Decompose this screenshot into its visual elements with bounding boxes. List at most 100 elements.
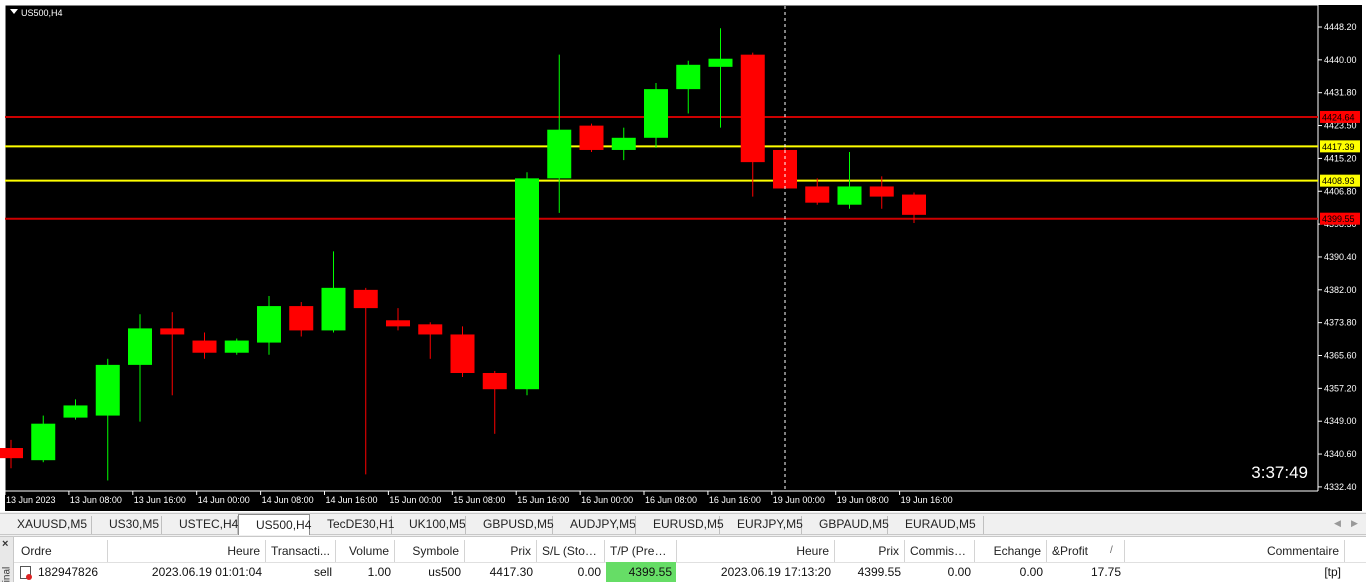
candle-bear	[418, 324, 443, 335]
time-tick-label: 13 Jun 2023	[6, 495, 56, 505]
tab-ustec-h4[interactable]: USTEC,H4	[162, 516, 238, 534]
column-header-7[interactable]: T/P (Pren...	[605, 540, 677, 562]
chart-tab-bar: XAUUSD,M5 US30,M5 USTEC,H4 US500,H4 TecDE30,…	[0, 513, 1366, 535]
price-tick-label: 4365.60	[1324, 351, 1357, 361]
level-label: 4399.55	[1322, 214, 1355, 224]
scroll-right-icon[interactable]: ▶	[1351, 518, 1358, 529]
candle-bull	[95, 364, 120, 416]
price-tick-label: 4373.80	[1324, 318, 1357, 328]
price-tick-label: 4332.40	[1324, 482, 1357, 492]
tab-us30-m5[interactable]: US30,M5	[92, 516, 162, 534]
candle-bear	[869, 186, 894, 197]
cell-price-open: 4417.30	[489, 565, 533, 579]
candle-bull	[644, 89, 668, 138]
time-tick-label: 13 Jun 16:00	[134, 495, 186, 505]
tab-us500-h4[interactable]: US500,H4	[238, 514, 311, 535]
price-tick-label: 4415.20	[1324, 153, 1357, 163]
price-tick-label: 4357.20	[1324, 383, 1357, 393]
candle-bear	[289, 306, 314, 331]
candle-bear	[160, 328, 185, 335]
terminal-panel: × inal Ordre Heure Transacti... Volume Symbo…	[0, 536, 1366, 582]
candle-bear	[902, 194, 926, 215]
tab-euraud-m5[interactable]: EURAUD,M5	[888, 516, 984, 534]
candle-bull	[31, 423, 56, 461]
column-header-11[interactable]: Echange	[975, 540, 1047, 562]
cell-swap: 0.00	[1019, 565, 1043, 579]
cell-tp: 4399.55	[606, 562, 676, 582]
candle-bear	[482, 372, 507, 390]
tab-eurjpy-m5[interactable]: EURJPY,M5	[720, 516, 803, 534]
tab-audjpy-m5[interactable]: AUDJPY,M5	[553, 516, 636, 534]
column-header-13[interactable]: Commentaire	[1125, 540, 1345, 562]
time-tick-label: 14 Jun 16:00	[326, 495, 378, 505]
time-tick-label: 16 Jun 16:00	[709, 495, 761, 505]
column-header-12[interactable]: &Profit	[1047, 540, 1125, 562]
level-label: 4424.64	[1322, 112, 1355, 122]
candle-bear	[192, 340, 217, 353]
candle-bull	[224, 340, 249, 353]
chart-area[interactable]: US500,H4 4448.20 4440.00 4431.80 4423.50 441…	[0, 0, 1366, 512]
price-tick-label: 4349.00	[1324, 416, 1357, 426]
level-label: 4408.93	[1322, 176, 1355, 186]
tab-tecde30-h1[interactable]: TecDE30,H1	[310, 516, 394, 534]
tab-xauusd-m5[interactable]: XAUUSD,M5	[0, 516, 92, 534]
candle-bear	[450, 334, 475, 373]
candle-bull	[611, 137, 636, 150]
cell-time-close: 2023.06.19 17:13:20	[720, 565, 831, 579]
tab-gbpusd-m5[interactable]: GBPUSD,M5	[466, 516, 554, 534]
cell-profit: 17.75	[1090, 565, 1121, 579]
column-header-5[interactable]: Prix	[465, 540, 537, 562]
price-tick-label: 4340.60	[1324, 449, 1357, 459]
time-tick-label: 15 Jun 16:00	[517, 495, 569, 505]
time-tick-label: 14 Jun 00:00	[198, 495, 250, 505]
time-tick-label: 15 Jun 00:00	[389, 495, 441, 505]
candle-bull	[63, 405, 88, 418]
level-label: 4417.39	[1322, 142, 1355, 152]
cell-sl: 0.00	[577, 565, 601, 579]
price-tick-label: 4431.80	[1324, 88, 1357, 98]
candle-bull	[547, 129, 572, 179]
sort-indicator-icon: /	[1110, 545, 1113, 556]
cell-symbol: us500	[428, 565, 461, 579]
column-header-2[interactable]: Transacti...	[266, 540, 336, 562]
price-tick-label: 4448.20	[1324, 22, 1357, 32]
scroll-left-icon[interactable]: ◀	[1334, 518, 1341, 529]
tab-eurusd-m5[interactable]: EURUSD,M5	[636, 516, 724, 534]
price-tick-label: 4406.80	[1324, 186, 1357, 196]
column-header-3[interactable]: Volume	[336, 540, 395, 562]
order-document-icon	[20, 566, 32, 580]
metatrader-window: US500,H4 4448.20 4440.00 4431.80 4423.50 441…	[0, 0, 1366, 582]
column-header-9[interactable]: Prix	[835, 540, 905, 562]
candle-bull	[837, 186, 862, 205]
tab-uk100-m5[interactable]: UK100,M5	[392, 516, 466, 534]
cell-commission: 0.00	[947, 565, 971, 579]
candle-bull	[708, 58, 733, 67]
column-header-4[interactable]: Symbole	[395, 540, 465, 562]
cell-type: sell	[313, 565, 332, 579]
time-tick-label: 19 Jun 00:00	[773, 495, 825, 505]
candle-bear	[0, 448, 23, 459]
symbol-label: US500,H4	[21, 8, 63, 18]
column-header-8[interactable]: Heure	[677, 540, 835, 562]
column-header-0[interactable]: Ordre	[16, 540, 108, 562]
cell-comment: [tp]	[1324, 565, 1341, 579]
sell-dot-icon	[26, 574, 32, 580]
column-header-10[interactable]: Commiss...	[905, 540, 975, 562]
candle-bear	[579, 125, 604, 150]
time-tick-label: 16 Jun 08:00	[645, 495, 697, 505]
candle-bull	[128, 328, 152, 365]
candle-bear	[805, 186, 830, 203]
price-tick-label: 4440.00	[1324, 55, 1357, 65]
cell-price-close: 4399.55	[857, 565, 901, 579]
close-icon[interactable]: ×	[2, 539, 8, 550]
time-tick-label: 16 Jun 00:00	[581, 495, 633, 505]
candle-bull	[257, 306, 281, 343]
price-chart[interactable]: US500,H4 4448.204440.004431.804423.50441…	[0, 0, 1366, 512]
column-header-1[interactable]: Heure	[108, 540, 266, 562]
tab-gbpaud-m5[interactable]: GBPAUD,M5	[802, 516, 889, 534]
time-tick-label: 13 Jun 08:00	[70, 495, 122, 505]
candle-bull	[676, 64, 701, 90]
column-header-6[interactable]: S/L (Stop...	[537, 540, 605, 562]
candle-bear	[386, 320, 410, 327]
terminal-side-bar: × inal	[0, 537, 14, 582]
